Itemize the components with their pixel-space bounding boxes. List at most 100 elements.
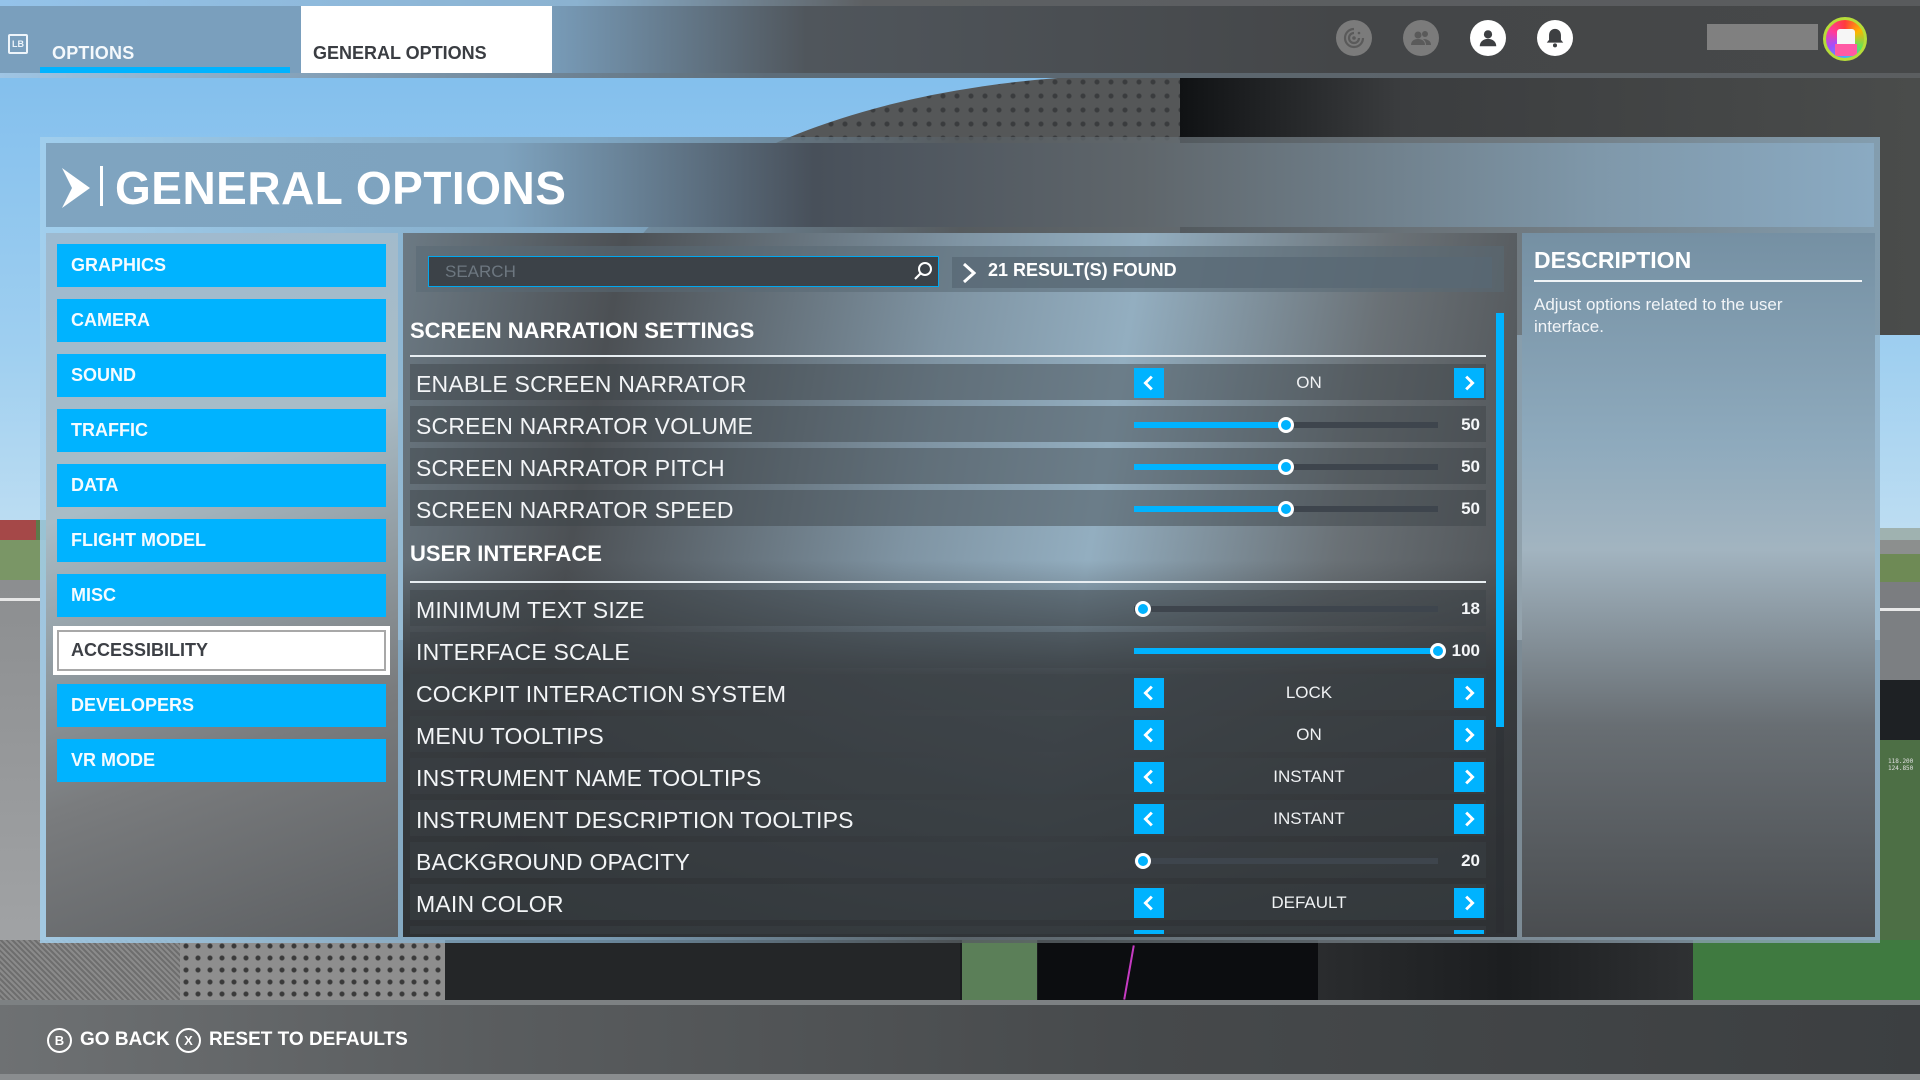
slider-value: 18	[1461, 599, 1480, 618]
tab-general-options-label: GENERAL OPTIONS	[313, 43, 487, 63]
previous-option-button[interactable]	[1134, 762, 1164, 792]
previous-option-button[interactable]	[1134, 678, 1164, 708]
title-separator	[100, 166, 103, 206]
setting-row-screen-narrator-volume[interactable]: SCREEN NARRATOR VOLUME 50	[410, 406, 1486, 442]
next-option-button[interactable]	[1454, 762, 1484, 792]
username-placeholder	[1707, 24, 1818, 50]
setting-label: COCKPIT INTERACTION SYSTEM	[416, 681, 787, 707]
setting-row-instrument-name-tooltips[interactable]: INSTRUMENT NAME TOOLTIPS INSTANT	[410, 758, 1486, 794]
slider[interactable]	[1134, 459, 1438, 475]
sidebar-item-graphics[interactable]: GRAPHICS	[57, 244, 386, 287]
previous-option-button[interactable]	[1134, 720, 1164, 750]
slider-value: 50	[1461, 415, 1480, 434]
setting-row-interface-scale[interactable]: INTERFACE SCALE 100	[410, 632, 1486, 668]
setting-row-screen-narrator-speed[interactable]: SCREEN NARRATOR SPEED 50	[410, 490, 1486, 526]
slider[interactable]	[1134, 643, 1446, 659]
sidebar-item-data[interactable]: DATA	[57, 464, 386, 507]
setting-row-background-opacity[interactable]: BACKGROUND OPACITY 20	[410, 842, 1486, 878]
avatar[interactable]	[1823, 17, 1867, 61]
setting-row-instrument-description-tooltips[interactable]: INSTRUMENT DESCRIPTION TOOLTIPS INSTANT	[410, 800, 1486, 836]
sidebar-item-misc[interactable]: MISC	[57, 574, 386, 617]
setting-row-cockpit-interaction-system[interactable]: COCKPIT INTERACTION SYSTEM LOCK	[410, 674, 1486, 710]
slider-thumb[interactable]	[1430, 643, 1446, 659]
slider-thumb[interactable]	[1278, 501, 1294, 517]
x-button-icon: X	[176, 1027, 201, 1053]
setting-row-minimum-text-size[interactable]: MINIMUM TEXT SIZE 18	[410, 590, 1486, 626]
notifications-icon[interactable]	[1537, 20, 1573, 56]
next-option-button[interactable]	[1454, 804, 1484, 834]
setting-label: SCREEN NARRATOR SPEED	[416, 497, 734, 523]
slider-fill	[1134, 648, 1438, 654]
activity-icon[interactable]	[1336, 20, 1372, 56]
chevron-left-icon	[1143, 727, 1153, 743]
next-option-button[interactable]	[1454, 930, 1484, 934]
setting-label: BACKGROUND OPACITY	[416, 849, 691, 875]
results-count: 21 RESULT(S) FOUND	[988, 260, 1177, 280]
description-title: DESCRIPTION	[1534, 247, 1692, 273]
chevron-right-icon	[1465, 375, 1475, 391]
slider-fill	[1134, 422, 1286, 428]
profile-icon[interactable]	[1470, 20, 1506, 56]
search-icon[interactable]	[912, 260, 934, 282]
chevron-left-icon	[1143, 811, 1153, 827]
chevron-right-icon	[1465, 769, 1475, 785]
slider[interactable]	[1134, 501, 1438, 517]
scrollbar-thumb[interactable]	[1496, 313, 1504, 727]
description-panel	[1522, 233, 1875, 937]
next-option-button[interactable]	[1454, 368, 1484, 398]
treeline-right	[1880, 528, 1920, 540]
slider[interactable]	[1134, 601, 1438, 617]
sidebar-item-vr-mode[interactable]: VR MODE	[57, 739, 386, 782]
sidebar-item-traffic[interactable]: TRAFFIC	[57, 409, 386, 452]
next-option-button[interactable]	[1454, 720, 1484, 750]
sidebar-item-developers[interactable]: DEVELOPERS	[57, 684, 386, 727]
chevron-left-icon	[1143, 685, 1153, 701]
slider[interactable]	[1134, 853, 1438, 869]
sidebar-item-accessibility[interactable]: ACCESSIBILITY	[53, 626, 390, 675]
next-option-button[interactable]	[1454, 678, 1484, 708]
friends-icon[interactable]	[1403, 20, 1439, 56]
chevron-right-icon	[1465, 685, 1475, 701]
nav-map-display	[962, 940, 1037, 1000]
section-header-user-interface: USER INTERFACE	[410, 541, 602, 566]
slider-value: 50	[1461, 457, 1480, 476]
reset-to-defaults-button[interactable]: X RESET TO DEFAULTS	[176, 1027, 408, 1053]
tab-options[interactable]: OPTIONS	[40, 6, 290, 73]
previous-option-button[interactable]	[1134, 368, 1164, 398]
tab-options-label: OPTIONS	[52, 43, 135, 63]
sidebar-item-sound[interactable]: SOUND	[57, 354, 386, 397]
slider[interactable]	[1134, 417, 1438, 433]
setting-row-next-partial[interactable]	[410, 926, 1486, 934]
category-sidebar: GRAPHICS CAMERA SOUND TRAFFIC DATA FLIGH…	[46, 233, 398, 937]
go-back-button[interactable]: B GO BACK	[47, 1027, 170, 1053]
slider-value: 20	[1461, 851, 1480, 870]
setting-label: ENABLE SCREEN NARRATOR	[416, 371, 747, 397]
setting-row-screen-narrator-pitch[interactable]: SCREEN NARRATOR PITCH 50	[410, 448, 1486, 484]
setting-row-enable-screen-narrator[interactable]: ENABLE SCREEN NARRATOR ON	[410, 364, 1486, 400]
glareshield-right	[1880, 680, 1920, 740]
setting-label: SCREEN NARRATOR PITCH	[416, 455, 725, 481]
lb-button-icon[interactable]: LB	[8, 34, 28, 54]
slider-thumb[interactable]	[1278, 459, 1294, 475]
frequency-active: 118.200	[1888, 758, 1914, 765]
tab-underline	[40, 67, 290, 73]
option-value: LOCK	[1285, 683, 1333, 702]
slider-thumb[interactable]	[1278, 417, 1294, 433]
sidebar-item-flight-model[interactable]: FLIGHT MODEL	[57, 519, 386, 562]
setting-row-menu-tooltips[interactable]: MENU TOOLTIPS ON	[410, 716, 1486, 752]
setting-row-main-color[interactable]: MAIN COLOR DEFAULT	[410, 884, 1486, 920]
previous-option-button[interactable]	[1134, 888, 1164, 918]
previous-option-button[interactable]	[1134, 930, 1164, 934]
section-divider	[410, 355, 1486, 357]
next-option-button[interactable]	[1454, 888, 1484, 918]
tab-general-options[interactable]: GENERAL OPTIONS	[301, 6, 552, 73]
radio-frequencies: 118.200 124.850	[1888, 758, 1913, 772]
slider-fill	[1134, 464, 1286, 470]
option-value: ON	[1296, 373, 1322, 392]
slider-thumb[interactable]	[1135, 601, 1152, 617]
sidebar-item-camera[interactable]: CAMERA	[57, 299, 386, 342]
slider-thumb[interactable]	[1135, 853, 1152, 869]
search-input[interactable]	[428, 256, 939, 287]
runway-right	[1880, 610, 1920, 680]
previous-option-button[interactable]	[1134, 804, 1164, 834]
